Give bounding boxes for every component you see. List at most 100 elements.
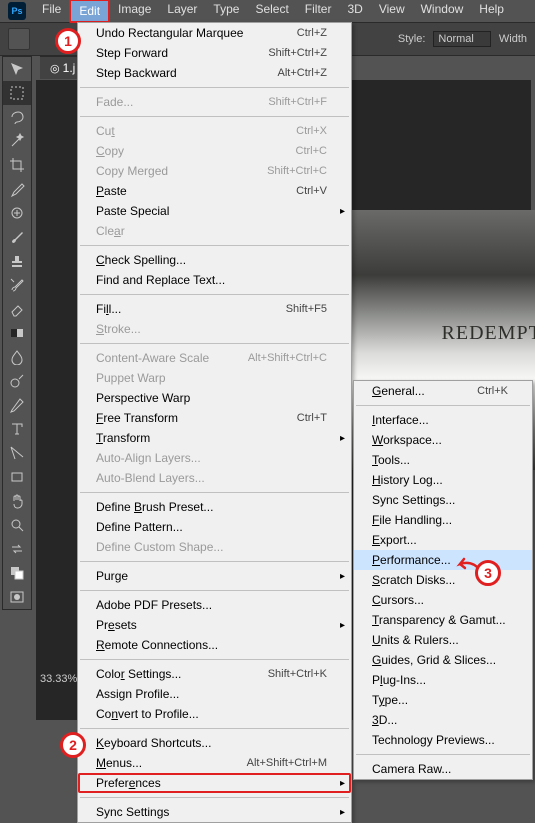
menu-filter[interactable]: Filter: [297, 0, 340, 23]
pref-transparency-gamut[interactable]: Transparency & Gamut...: [354, 610, 532, 630]
tool-rect[interactable]: [3, 465, 31, 489]
edit-free-transform[interactable]: Free TransformCtrl+T: [78, 408, 351, 428]
edit-define-brush-preset[interactable]: Define Brush Preset...: [78, 497, 351, 517]
tool-dodge[interactable]: [3, 369, 31, 393]
tool-zoom[interactable]: [3, 513, 31, 537]
menu-image[interactable]: Image: [110, 0, 159, 23]
tool-heal[interactable]: [3, 201, 31, 225]
edit-fill[interactable]: Fill...Shift+F5: [78, 299, 351, 319]
pref-type[interactable]: Type...: [354, 690, 532, 710]
pref-camera-raw[interactable]: Camera Raw...: [354, 759, 532, 779]
tool-pen[interactable]: [3, 393, 31, 417]
menu-select[interactable]: Select: [247, 0, 296, 23]
edit-undo-rectangular-marquee[interactable]: Undo Rectangular MarqueeCtrl+Z: [78, 23, 351, 43]
pref-performance[interactable]: Performance...: [354, 550, 532, 570]
shortcut: Ctrl+X: [296, 125, 327, 137]
edit-preferences[interactable]: Preferences: [78, 773, 351, 793]
menu-label: Convert to Profile...: [96, 707, 327, 721]
edit-fade: Fade...Shift+Ctrl+F: [78, 92, 351, 112]
tool-marquee[interactable]: [3, 81, 31, 105]
shortcut: Alt+Shift+Ctrl+M: [247, 757, 327, 769]
tool-hand[interactable]: [3, 489, 31, 513]
edit-separator: [80, 116, 349, 117]
zoom-status[interactable]: 33.33%: [40, 673, 77, 685]
menu-edit[interactable]: Edit: [69, 0, 110, 23]
edit-sync-settings[interactable]: Sync Settings: [78, 802, 351, 822]
menu-layer[interactable]: Layer: [159, 0, 205, 23]
tool-brush[interactable]: [3, 225, 31, 249]
edit-presets[interactable]: Presets: [78, 615, 351, 635]
pref-sync-settings[interactable]: Sync Settings...: [354, 490, 532, 510]
pref-interface[interactable]: Interface...: [354, 410, 532, 430]
menu-3d[interactable]: 3D: [339, 0, 370, 23]
tool-blur[interactable]: [3, 345, 31, 369]
pref-export[interactable]: Export...: [354, 530, 532, 550]
menu-label: File Handling...: [372, 513, 508, 527]
edit-step-forward[interactable]: Step ForwardShift+Ctrl+Z: [78, 43, 351, 63]
edit-paste-special[interactable]: Paste Special: [78, 201, 351, 221]
edit-transform[interactable]: Transform: [78, 428, 351, 448]
menu-label: Undo Rectangular Marquee: [96, 26, 297, 40]
tool-eraser[interactable]: [3, 297, 31, 321]
edit-find-and-replace-text[interactable]: Find and Replace Text...: [78, 270, 351, 290]
menu-label: Keyboard Shortcuts...: [96, 736, 327, 750]
tool-stamp[interactable]: [3, 249, 31, 273]
pref-general[interactable]: General...Ctrl+K: [354, 381, 532, 401]
tool-crop[interactable]: [3, 153, 31, 177]
pref-guides-grid-slices[interactable]: Guides, Grid & Slices...: [354, 650, 532, 670]
edit-color-settings[interactable]: Color Settings...Shift+Ctrl+K: [78, 664, 351, 684]
tool-move[interactable]: [3, 57, 31, 81]
edit-separator: [80, 492, 349, 493]
pref-workspace[interactable]: Workspace...: [354, 430, 532, 450]
pref-file-handling[interactable]: File Handling...: [354, 510, 532, 530]
menu-label: Guides, Grid & Slices...: [372, 653, 508, 667]
edit-assign-profile[interactable]: Assign Profile...: [78, 684, 351, 704]
menu-label: Camera Raw...: [372, 762, 508, 776]
tool-type[interactable]: [3, 417, 31, 441]
shortcut: Ctrl+T: [297, 412, 327, 424]
edit-menus[interactable]: Menus...Alt+Shift+Ctrl+M: [78, 753, 351, 773]
tool-eyedropper[interactable]: [3, 177, 31, 201]
tool-swap[interactable]: [3, 537, 31, 561]
edit-remote-connections[interactable]: Remote Connections...: [78, 635, 351, 655]
pref-scratch-disks[interactable]: Scratch Disks...: [354, 570, 532, 590]
menu-window[interactable]: Window: [413, 0, 472, 23]
menu-view[interactable]: View: [371, 0, 413, 23]
menu-label: Puppet Warp: [96, 371, 327, 385]
edit-define-pattern[interactable]: Define Pattern...: [78, 517, 351, 537]
edit-paste[interactable]: PasteCtrl+V: [78, 181, 351, 201]
style-select[interactable]: Normal: [433, 31, 490, 47]
menu-label: Define Brush Preset...: [96, 500, 327, 514]
tool-mask[interactable]: [3, 585, 31, 609]
tool-lasso[interactable]: [3, 105, 31, 129]
tool-wand[interactable]: [3, 129, 31, 153]
tool-fg-bg[interactable]: [3, 561, 31, 585]
edit-convert-to-profile[interactable]: Convert to Profile...: [78, 704, 351, 724]
pref-tools[interactable]: Tools...: [354, 450, 532, 470]
menu-file[interactable]: File: [34, 0, 69, 23]
menu-label: Step Forward: [96, 46, 268, 60]
tool-path[interactable]: [3, 441, 31, 465]
menu-help[interactable]: Help: [471, 0, 512, 23]
edit-separator: [80, 561, 349, 562]
menu-type[interactable]: Type: [205, 0, 247, 23]
pref-cursors[interactable]: Cursors...: [354, 590, 532, 610]
menu-label: Clear: [96, 224, 327, 238]
edit-check-spelling[interactable]: Check Spelling...: [78, 250, 351, 270]
edit-step-backward[interactable]: Step BackwardAlt+Ctrl+Z: [78, 63, 351, 83]
menu-label: Fill...: [96, 302, 286, 316]
edit-perspective-warp[interactable]: Perspective Warp: [78, 388, 351, 408]
active-tool-icon[interactable]: [8, 28, 30, 50]
pref-plug-ins[interactable]: Plug-Ins...: [354, 670, 532, 690]
tool-history[interactable]: [3, 273, 31, 297]
edit-keyboard-shortcuts[interactable]: Keyboard Shortcuts...: [78, 733, 351, 753]
pref-units-rulers[interactable]: Units & Rulers...: [354, 630, 532, 650]
pref-3d[interactable]: 3D...: [354, 710, 532, 730]
annotation-badge-1: 1: [55, 28, 81, 54]
tool-gradient[interactable]: [3, 321, 31, 345]
pref-history-log[interactable]: History Log...: [354, 470, 532, 490]
edit-purge[interactable]: Purge: [78, 566, 351, 586]
edit-stroke: Stroke...: [78, 319, 351, 339]
pref-technology-previews[interactable]: Technology Previews...: [354, 730, 532, 750]
edit-adobe-pdf-presets[interactable]: Adobe PDF Presets...: [78, 595, 351, 615]
